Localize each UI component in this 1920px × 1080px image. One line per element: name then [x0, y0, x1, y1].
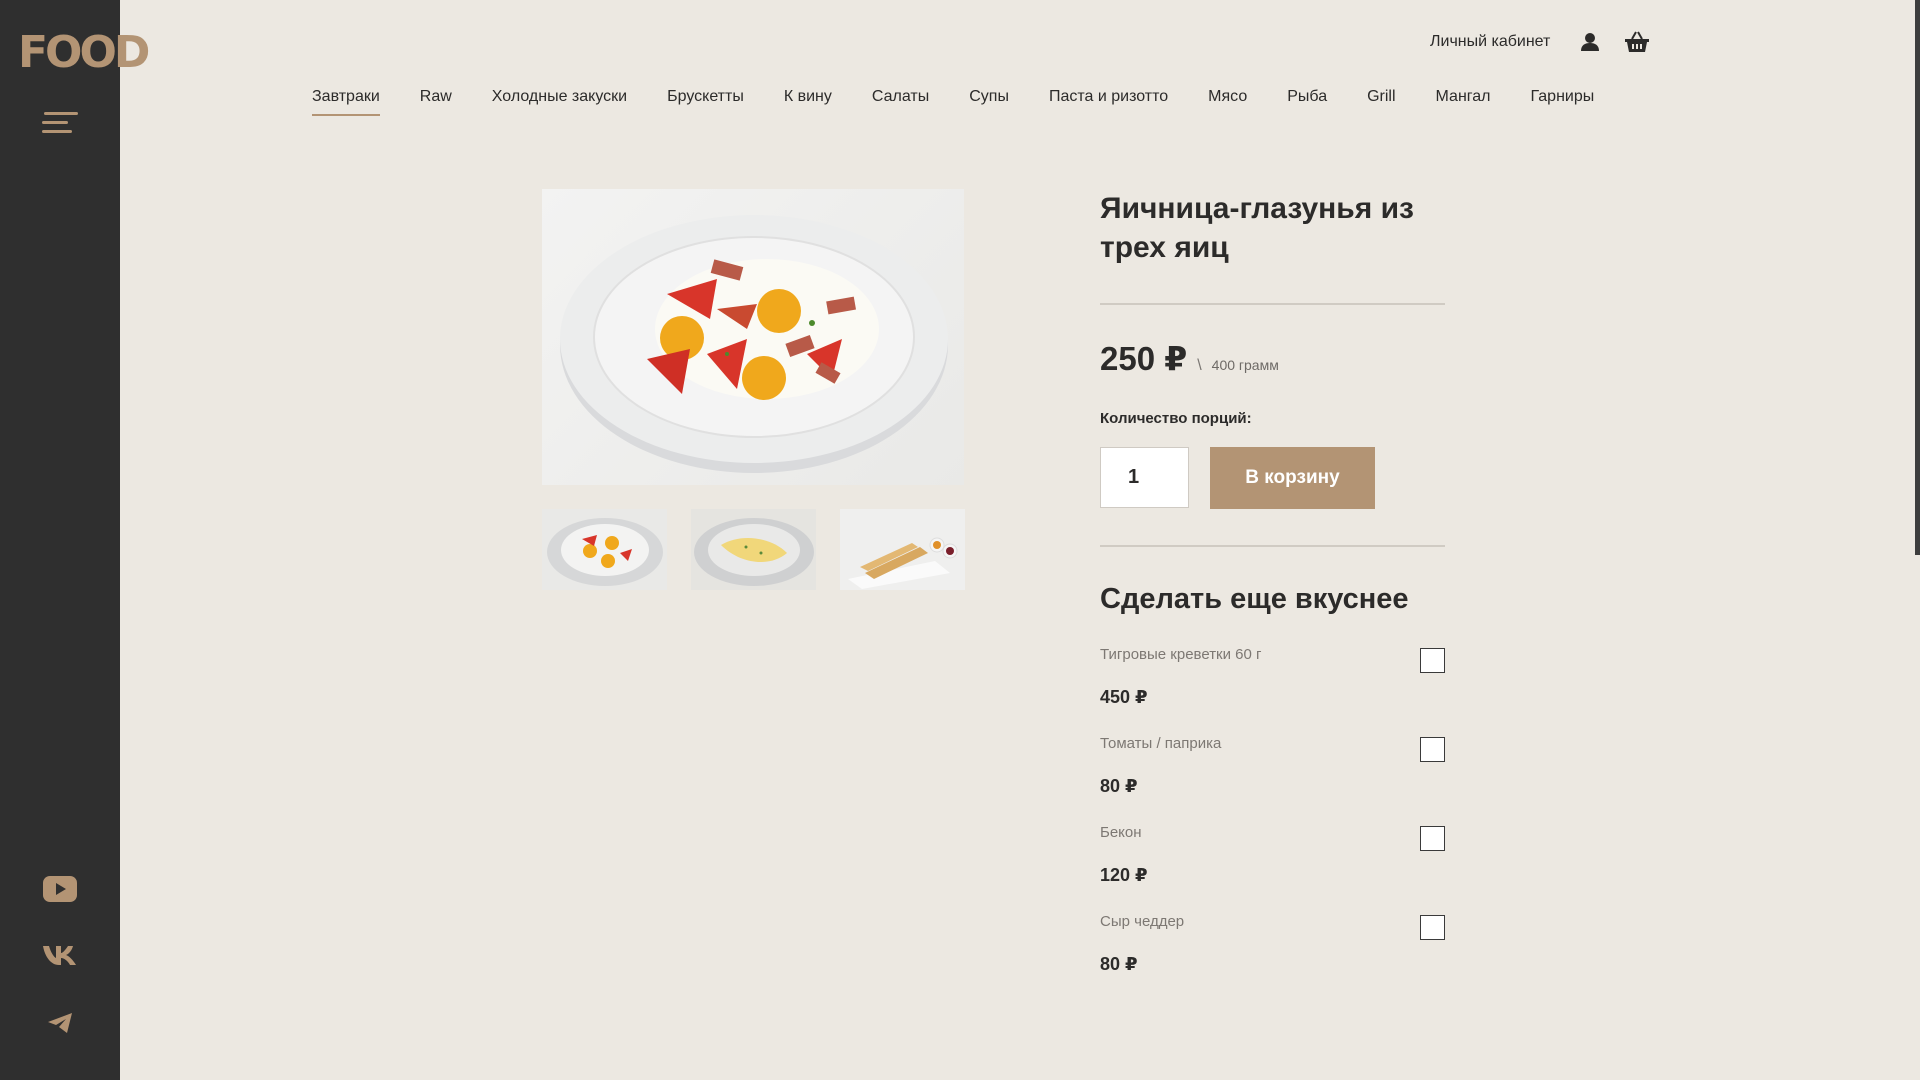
thumbnail-omelette[interactable] [691, 509, 816, 590]
extras-list: Тигровые креветки 60 г 450 ₽ Томаты / па… [1100, 638, 1445, 994]
category-tab-salads[interactable]: Салаты [872, 88, 929, 116]
category-tab-grill[interactable]: Grill [1367, 88, 1395, 116]
thumbnail-fried-eggs[interactable] [542, 509, 667, 590]
divider [1100, 303, 1445, 305]
category-tab-fish[interactable]: Рыба [1287, 88, 1327, 116]
extra-name: Томаты / паприка [1100, 735, 1222, 752]
scrollbar-thumb[interactable] [1915, 0, 1920, 555]
category-tab-wine-snacks[interactable]: К вину [784, 88, 832, 116]
product-title: Яичница-глазунья из трех яиц [1100, 192, 1414, 264]
extra-checkbox[interactable] [1420, 826, 1445, 851]
logo[interactable]: FOOD [18, 28, 150, 78]
extra-name: Сыр чеддер [1100, 913, 1185, 930]
menu-icon[interactable] [42, 108, 78, 136]
product-price: 250 ₽ [1100, 340, 1188, 377]
divider [1100, 545, 1445, 547]
category-tab-pasta[interactable]: Паста и ризотто [1049, 88, 1168, 116]
category-nav: Завтраки Raw Холодные закуски Брускетты … [312, 88, 1634, 116]
extra-price: 80 ₽ [1100, 954, 1138, 974]
category-tab-cold-starters[interactable]: Холодные закуски [492, 88, 627, 116]
quantity-input[interactable] [1100, 447, 1189, 508]
thumbnail-crepes[interactable] [840, 509, 965, 590]
header-account-area: Личный кабинет [1430, 28, 1650, 56]
product-thumbnails [542, 509, 965, 590]
extra-checkbox[interactable] [1420, 648, 1445, 673]
sidebar: FOOD [0, 0, 150, 1080]
add-to-cart-button[interactable]: В корзину [1210, 447, 1375, 509]
extra-item: Сыр чеддер 80 ₽ [1100, 905, 1445, 994]
telegram-icon[interactable] [0, 1012, 120, 1034]
price-row: 250 ₽ \ 400 грамм [1100, 339, 1445, 378]
extras-title: Сделать еще вкуснее [1100, 583, 1409, 615]
price-separator: \ [1197, 357, 1202, 374]
vk-icon[interactable] [0, 944, 120, 966]
extra-item: Тигровые креветки 60 г 450 ₽ [1100, 638, 1445, 727]
product-weight: 400 грамм [1211, 357, 1279, 373]
buy-row: В корзину [1100, 447, 1445, 509]
user-icon[interactable] [1580, 32, 1600, 52]
category-tab-raw[interactable]: Raw [420, 88, 452, 116]
extra-item: Бекон 120 ₽ [1100, 816, 1445, 905]
extra-name: Тигровые креветки 60 г [1100, 646, 1262, 663]
extra-price: 450 ₽ [1100, 687, 1148, 707]
basket-icon[interactable] [1624, 31, 1650, 53]
category-tab-meat[interactable]: Мясо [1208, 88, 1247, 116]
category-tab-bruschetta[interactable]: Брускетты [667, 88, 744, 116]
extra-price: 80 ₽ [1100, 776, 1138, 796]
category-tab-mangal[interactable]: Мангал [1436, 88, 1491, 116]
category-tab-breakfast[interactable]: Завтраки [312, 88, 380, 116]
quantity-label: Количество порций: [1100, 410, 1252, 427]
category-tab-soups[interactable]: Супы [969, 88, 1009, 116]
extra-checkbox[interactable] [1420, 737, 1445, 762]
extra-checkbox[interactable] [1420, 915, 1445, 940]
extra-price: 120 ₽ [1100, 865, 1148, 885]
product-main-image[interactable] [542, 189, 964, 485]
product-info: Яичница-глазунья из трех яиц 250 ₽ \ 400… [1100, 189, 1445, 994]
account-link[interactable]: Личный кабинет [1430, 33, 1550, 51]
extra-item: Томаты / паприка 80 ₽ [1100, 727, 1445, 816]
category-tab-sides[interactable]: Гарниры [1531, 88, 1595, 116]
extra-name: Бекон [1100, 824, 1142, 841]
youtube-icon[interactable] [0, 876, 120, 902]
